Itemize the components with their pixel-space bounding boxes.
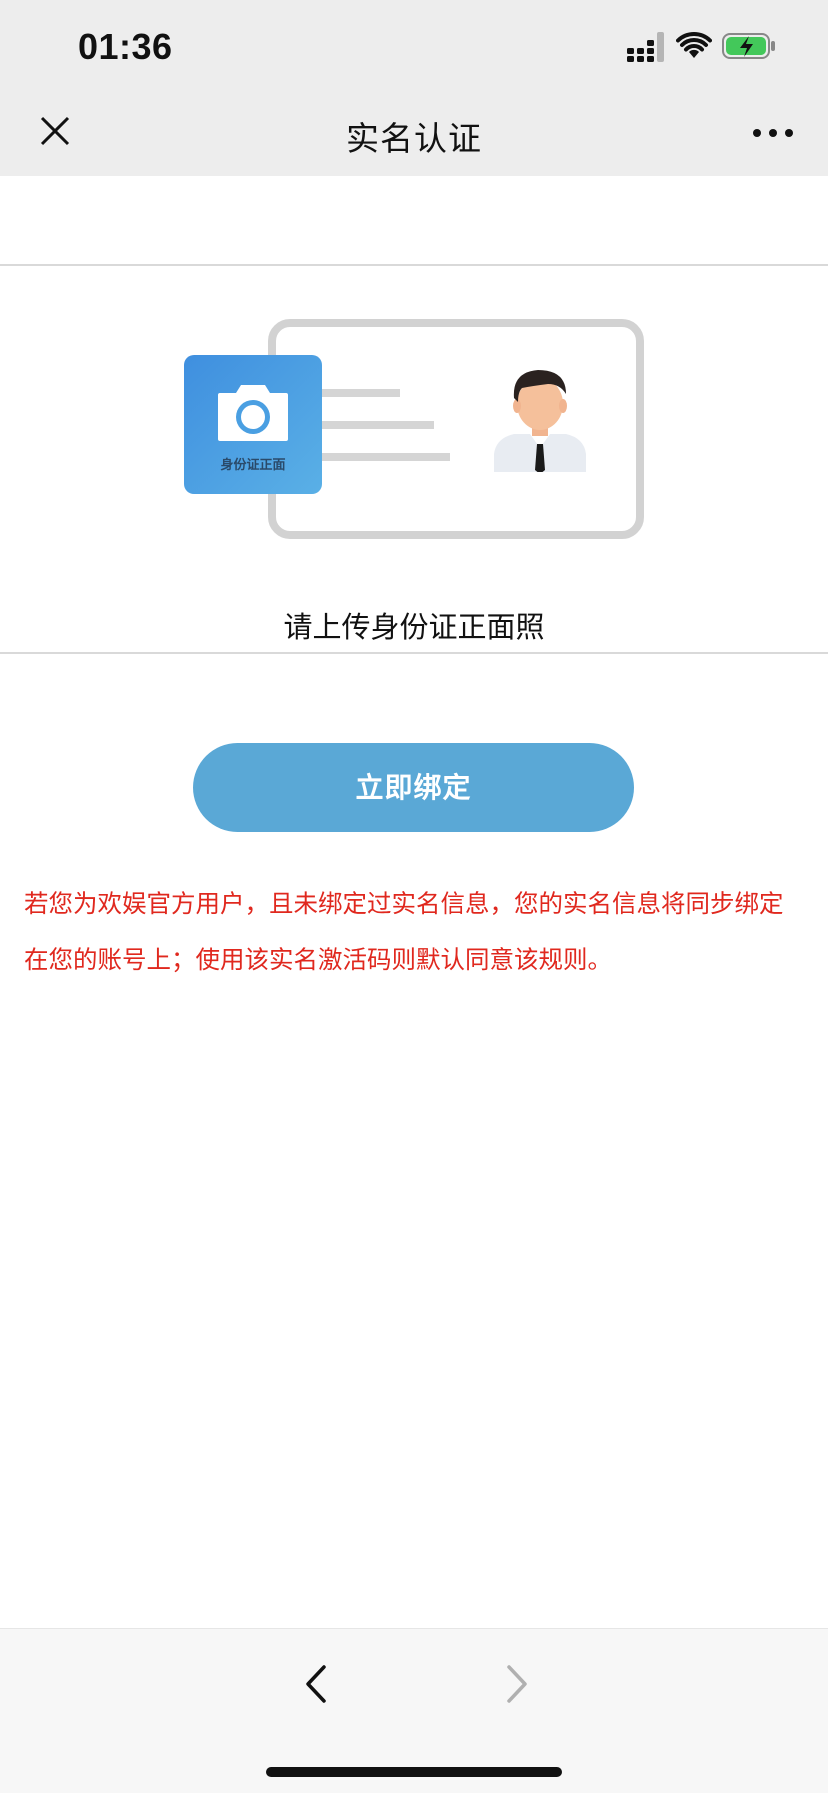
more-icon[interactable] <box>748 116 798 156</box>
back-chevron-icon[interactable] <box>298 1659 338 1709</box>
signal-icon <box>627 32 664 62</box>
nav-bar: 实名认证 <box>0 92 828 176</box>
home-indicator <box>266 1767 562 1777</box>
camera-label: 身份证正面 <box>220 458 286 473</box>
top-spacer <box>0 176 828 264</box>
battery-charging-icon <box>722 33 775 59</box>
person-avatar-icon <box>494 370 586 472</box>
page-title: 实名认证 <box>346 119 482 158</box>
id-front-upload[interactable]: 身份证正面 请上传身份证正面照 <box>0 266 828 652</box>
notice-text: 若您为欢娱官方用户，且未绑定过实名信息，您的实名信息将同步绑定在您的账号上；使用… <box>24 889 784 974</box>
forward-chevron-icon[interactable] <box>495 1659 535 1709</box>
divider <box>0 652 828 654</box>
bottom-toolbar <box>0 1628 828 1793</box>
status-time: 01:36 <box>78 26 173 67</box>
status-bar: 01:36 <box>0 0 828 92</box>
camera-icon <box>218 385 288 441</box>
upload-prompt: 请上传身份证正面照 <box>283 610 545 644</box>
wifi-icon <box>676 32 712 58</box>
bind-now-button[interactable]: 立即绑定 <box>193 743 634 832</box>
camera-tile[interactable]: 身份证正面 <box>184 355 322 494</box>
